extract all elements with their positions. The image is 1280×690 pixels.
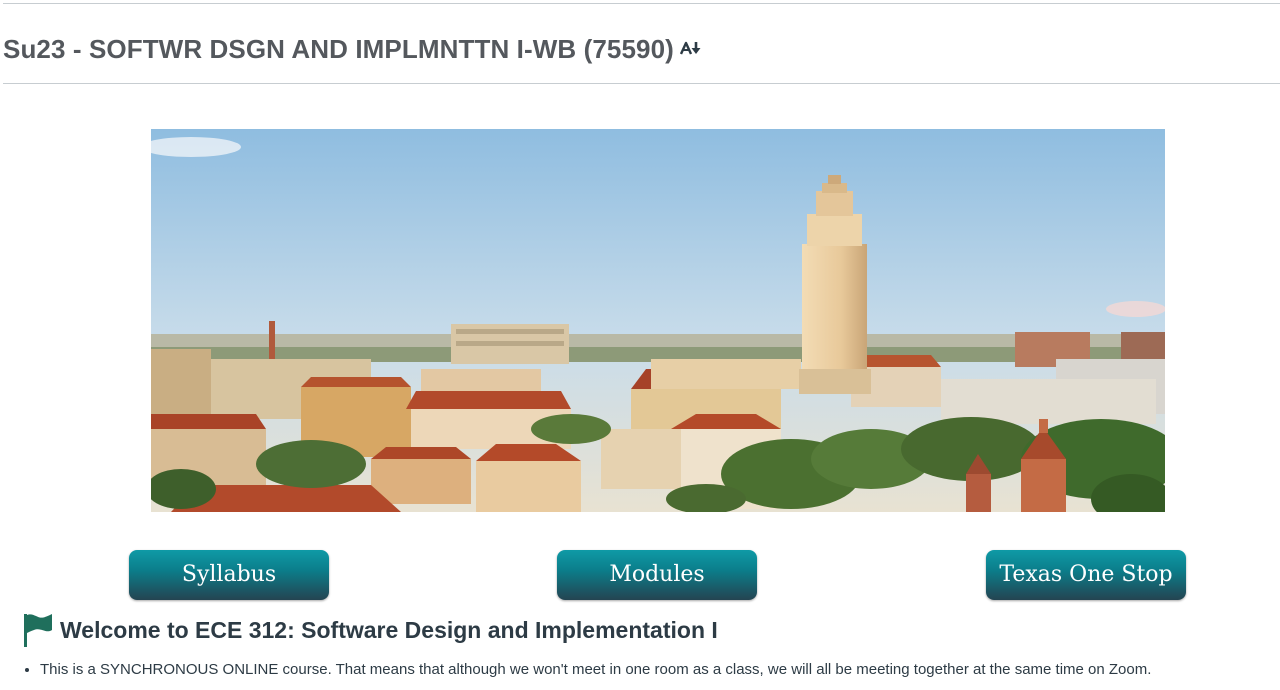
syllabus-button-label: Syllabus <box>181 562 277 587</box>
course-header: Su23 - SOFTWR DSGN AND IMPLMNTTN I-WB (7… <box>3 4 1280 84</box>
welcome-section: Welcome to ECE 312: Software Design and … <box>22 612 718 648</box>
texas-one-stop-button[interactable]: Texas One Stop <box>986 550 1186 600</box>
syllabus-button[interactable]: Syllabus <box>129 550 329 600</box>
campus-banner-image <box>151 129 1165 512</box>
page-title: Su23 - SOFTWR DSGN AND IMPLMNTTN I-WB (7… <box>3 34 702 67</box>
welcome-heading: Welcome to ECE 312: Software Design and … <box>60 616 718 643</box>
texas-one-stop-button-label: Texas One Stop <box>999 562 1173 587</box>
flag-icon <box>24 614 52 647</box>
immersive-reader-icon[interactable] <box>679 33 702 64</box>
modules-button[interactable]: Modules <box>557 550 757 600</box>
modules-button-label: Modules <box>609 562 705 587</box>
list-item: This is a SYNCHRONOUS ONLINE course. Tha… <box>40 660 1280 680</box>
course-title: Su23 - SOFTWR DSGN AND IMPLMNTTN I-WB (7… <box>3 34 674 64</box>
welcome-bullet-list: This is a SYNCHRONOUS ONLINE course. Tha… <box>24 660 1280 680</box>
